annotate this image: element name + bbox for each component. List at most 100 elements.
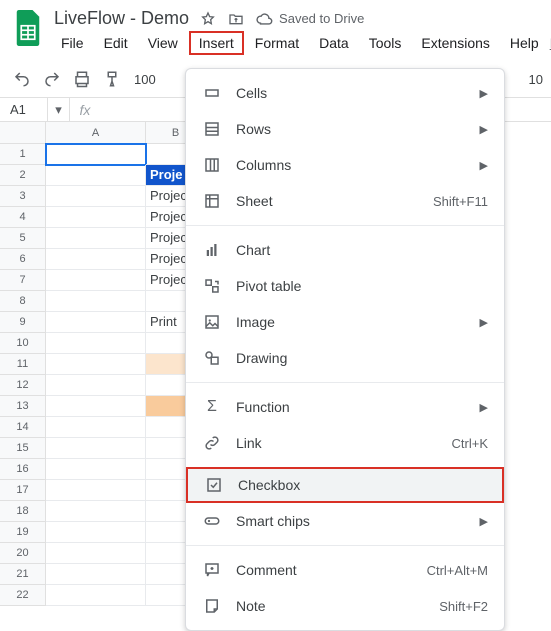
font-size-select[interactable]: 10	[529, 72, 543, 87]
insert-rows-label: Rows	[236, 121, 466, 137]
cell-a13[interactable]	[46, 396, 146, 417]
row-header[interactable]: 12	[0, 375, 45, 396]
cell-a3[interactable]	[46, 186, 146, 207]
cell-a20[interactable]	[46, 543, 146, 564]
chart-icon	[202, 241, 222, 259]
paint-format-button[interactable]	[98, 65, 126, 93]
row-header[interactable]: 20	[0, 543, 45, 564]
insert-comment[interactable]: Comment Ctrl+Alt+M	[186, 552, 504, 588]
row-header[interactable]: 14	[0, 417, 45, 438]
insert-checkbox[interactable]: Checkbox	[186, 467, 504, 503]
zoom-select[interactable]: 100	[134, 72, 180, 87]
menu-help[interactable]: Help	[501, 31, 548, 55]
cell-a4[interactable]	[46, 207, 146, 228]
row-header[interactable]: 7	[0, 270, 45, 291]
menu-edit[interactable]: Edit	[95, 31, 137, 55]
insert-smartchips-label: Smart chips	[236, 513, 466, 529]
cell-a22[interactable]	[46, 585, 146, 606]
row-header[interactable]: 11	[0, 354, 45, 375]
row-header[interactable]: 16	[0, 459, 45, 480]
insert-function[interactable]: Σ Function ▶	[186, 389, 504, 425]
cell-a6[interactable]	[46, 249, 146, 270]
insert-note-label: Note	[236, 598, 425, 614]
insert-image[interactable]: Image ▶	[186, 304, 504, 340]
sheet-icon	[202, 192, 222, 210]
row-header[interactable]: 13	[0, 396, 45, 417]
cell-a2[interactable]	[46, 165, 146, 186]
save-status[interactable]: Saved to Drive	[255, 11, 364, 26]
print-button[interactable]	[68, 65, 96, 93]
fx-label: fx	[70, 102, 100, 118]
menu-file[interactable]: File	[52, 31, 93, 55]
name-box-dropdown[interactable]: ▾	[48, 98, 70, 121]
insert-cells[interactable]: Cells ▶	[186, 75, 504, 111]
insert-rows[interactable]: Rows ▶	[186, 111, 504, 147]
cell-a14[interactable]	[46, 417, 146, 438]
select-all-corner[interactable]	[0, 122, 46, 144]
cell-a15[interactable]	[46, 438, 146, 459]
cell-a7[interactable]	[46, 270, 146, 291]
row-header[interactable]: 2	[0, 165, 45, 186]
insert-function-label: Function	[236, 399, 466, 415]
name-box[interactable]: A1	[0, 98, 48, 121]
row-header[interactable]: 1	[0, 144, 45, 165]
insert-link[interactable]: Link Ctrl+K	[186, 425, 504, 461]
col-header-a[interactable]: A	[46, 122, 146, 144]
cell-a10[interactable]	[46, 333, 146, 354]
insert-columns[interactable]: Columns ▶	[186, 147, 504, 183]
menu-data[interactable]: Data	[310, 31, 358, 55]
row-header[interactable]: 17	[0, 480, 45, 501]
row-header[interactable]: 18	[0, 501, 45, 522]
chevron-right-icon: ▶	[480, 159, 488, 172]
insert-note[interactable]: Note Shift+F2	[186, 588, 504, 624]
cell-a17[interactable]	[46, 480, 146, 501]
menu-tools[interactable]: Tools	[360, 31, 411, 55]
row-header[interactable]: 3	[0, 186, 45, 207]
cell-a21[interactable]	[46, 564, 146, 585]
insert-smart-chips[interactable]: Smart chips ▶	[186, 503, 504, 539]
row-header[interactable]: 15	[0, 438, 45, 459]
menu-extensions[interactable]: Extensions	[412, 31, 498, 55]
insert-pivot-table[interactable]: Pivot table	[186, 268, 504, 304]
move-folder-icon[interactable]	[227, 10, 245, 28]
cell-a12[interactable]	[46, 375, 146, 396]
row-header[interactable]: 9	[0, 312, 45, 333]
save-status-label: Saved to Drive	[279, 11, 364, 26]
row-header[interactable]: 19	[0, 522, 45, 543]
star-icon[interactable]	[199, 10, 217, 28]
cell-a11[interactable]	[46, 354, 146, 375]
menu-separator	[186, 225, 504, 226]
sheets-logo[interactable]	[10, 10, 46, 46]
row-header[interactable]: 21	[0, 564, 45, 585]
cell-a18[interactable]	[46, 501, 146, 522]
menu-view[interactable]: View	[139, 31, 187, 55]
row-header[interactable]: 4	[0, 207, 45, 228]
cells-icon	[202, 84, 222, 102]
insert-drawing[interactable]: Drawing	[186, 340, 504, 376]
insert-pivot-label: Pivot table	[236, 278, 488, 294]
redo-button[interactable]	[38, 65, 66, 93]
menu-format[interactable]: Format	[246, 31, 308, 55]
row-header[interactable]: 10	[0, 333, 45, 354]
cell-a8[interactable]	[46, 291, 146, 312]
row-header[interactable]: 5	[0, 228, 45, 249]
insert-comment-shortcut: Ctrl+Alt+M	[427, 563, 488, 578]
cell-a9[interactable]	[46, 312, 146, 333]
cell-a1[interactable]	[46, 144, 146, 165]
insert-chart[interactable]: Chart	[186, 232, 504, 268]
insert-image-label: Image	[236, 314, 466, 330]
image-icon	[202, 313, 222, 331]
cell-a19[interactable]	[46, 522, 146, 543]
menu-separator	[186, 382, 504, 383]
undo-button[interactable]	[8, 65, 36, 93]
cell-a5[interactable]	[46, 228, 146, 249]
cell-a16[interactable]	[46, 459, 146, 480]
row-header[interactable]: 22	[0, 585, 45, 606]
row-header[interactable]: 8	[0, 291, 45, 312]
menu-insert[interactable]: Insert	[189, 31, 244, 55]
doc-title[interactable]: LiveFlow - Demo	[54, 8, 189, 29]
insert-sheet-shortcut: Shift+F11	[433, 194, 488, 209]
insert-sheet[interactable]: Sheet Shift+F11	[186, 183, 504, 219]
row-header[interactable]: 6	[0, 249, 45, 270]
cloud-icon	[255, 12, 273, 26]
